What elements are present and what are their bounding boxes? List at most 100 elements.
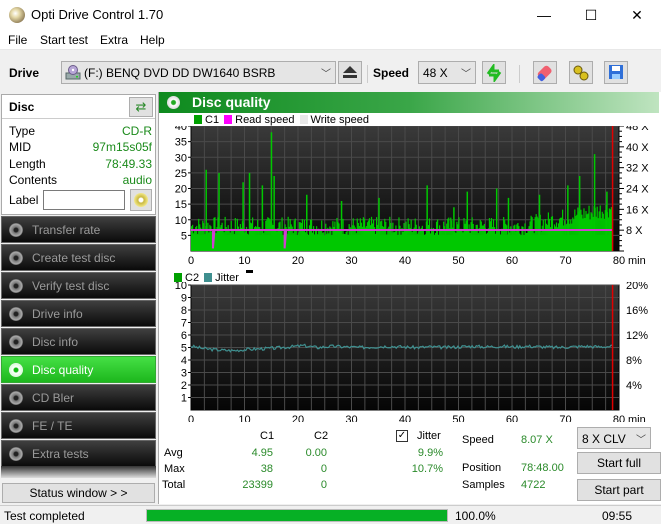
disc-mid-row: MID 97m15s05f	[9, 140, 152, 156]
config-button[interactable]	[569, 61, 593, 84]
disc-quality-panel: Disc quality C1 Read speed Write speed 0…	[158, 92, 661, 504]
close-button[interactable]: ✕	[614, 0, 660, 30]
y-tick-label: 15	[175, 199, 187, 211]
start-full-button[interactable]: Start full	[577, 452, 661, 474]
test-speed-select[interactable]: 8 X CLV ﹀	[577, 427, 651, 449]
disc-type-value: CD-R	[122, 124, 152, 138]
disc-info-box: Disc ⇄ Type CD-R MID 97m15s05f Length 78:49…	[1, 94, 156, 215]
y2-tick-label: 40 X	[626, 142, 649, 154]
nav-label: FE / TE	[32, 419, 73, 433]
x-tick-label: 50	[452, 255, 464, 267]
legend-swatch-write-speed	[299, 115, 308, 124]
progress-fill	[147, 510, 447, 521]
legend-marker	[246, 270, 254, 273]
y-tick-label: 40	[175, 126, 187, 133]
jitter-max-value: 10.7%	[411, 463, 443, 475]
disc-length-value: 78:49.33	[105, 157, 152, 171]
toolbar: Drive (F:) BENQ DVD DD DW1640 BSRB ﹀ Spe…	[0, 52, 661, 94]
start-part-button[interactable]: Start part	[577, 479, 661, 501]
x-tick-label: 60	[506, 414, 518, 422]
status-window-button[interactable]: Status window > >	[2, 483, 155, 503]
c2-max-value: 0	[320, 463, 327, 475]
samples-label: Samples	[462, 479, 505, 491]
y2-tick-label: 4%	[626, 380, 642, 392]
x-tick-label: 0	[188, 414, 194, 422]
drive-info-icon	[9, 307, 23, 321]
x-tick-label: 30	[345, 255, 357, 267]
speed-select[interactable]: 48 X ﹀	[418, 61, 476, 84]
nav-cd-bler[interactable]: CD Bler	[1, 384, 156, 411]
y-tick-label: 7	[181, 318, 187, 330]
nav-fe-te[interactable]: FE / TE	[1, 412, 156, 439]
disc-label-button[interactable]	[130, 189, 152, 211]
jitter-checkbox[interactable]: ✓	[396, 430, 408, 442]
x-tick-label: 20	[292, 255, 304, 267]
eject-button[interactable]	[338, 61, 362, 84]
drive-value: (F:) BENQ DVD DD DW1640 BSRB	[84, 66, 276, 80]
legend-swatch-c2	[174, 273, 182, 282]
x-tick-label: 70	[559, 255, 571, 267]
drive-select[interactable]: (F:) BENQ DVD DD DW1640 BSRB ﹀	[61, 61, 336, 84]
position-value: 78:48.00	[521, 462, 564, 474]
minimize-button[interactable]: —	[521, 0, 567, 30]
toolbar-separator	[519, 65, 520, 83]
erase-button[interactable]	[533, 61, 557, 84]
legend-write-speed: Write speed	[310, 114, 370, 126]
disc-quality-icon	[167, 96, 180, 109]
refresh-icon: ⇄	[135, 99, 147, 114]
y-tick-label: 20	[175, 184, 187, 196]
create-test-disc-icon	[9, 251, 23, 265]
maximize-button[interactable]: ☐	[568, 0, 614, 30]
status-text: Test completed	[4, 509, 85, 523]
legend-c1: C1	[205, 114, 220, 126]
nav-create-test-disc[interactable]: Create test disc	[1, 244, 156, 271]
nav-verify-test-disc[interactable]: Verify test disc	[1, 272, 156, 299]
erase-icon	[537, 65, 552, 82]
chevron-down-icon: ﹀	[636, 435, 646, 446]
disc-contents-row: Contents audio	[9, 173, 152, 189]
menu-help[interactable]: Help	[140, 33, 165, 47]
y-tick-label: 9	[181, 293, 187, 305]
nav-filler	[1, 466, 156, 478]
menu-start-test[interactable]: Start test	[40, 33, 88, 47]
nav-drive-info[interactable]: Drive info	[1, 300, 156, 327]
y-tick-label: 6	[181, 330, 187, 342]
y-tick-label: 25	[175, 168, 187, 180]
nav-disc-quality[interactable]: Disc quality	[1, 356, 156, 383]
stats-col-c2: C2	[314, 430, 329, 442]
cd-bler-icon	[9, 391, 23, 405]
nav-label: Drive info	[32, 307, 83, 321]
c2-total-value: 0	[320, 479, 327, 491]
panel-header: Disc quality	[159, 92, 659, 113]
x-tick-label: 10	[238, 255, 250, 267]
drive-label: Drive	[9, 66, 40, 80]
speed-value: 48 X	[423, 66, 448, 80]
elapsed-time: 09:55	[602, 509, 633, 523]
menu-file[interactable]: File	[8, 33, 27, 47]
y2-tick-label: 32 X	[626, 163, 649, 175]
refresh-button[interactable]	[482, 61, 506, 84]
nav-transfer-rate[interactable]: Transfer rate	[1, 216, 156, 243]
nav-disc-info[interactable]: Disc info	[1, 328, 156, 355]
y-tick-label: 1	[181, 393, 187, 405]
stats-col-c1: C1	[260, 430, 275, 442]
x-tick-label: 80	[613, 255, 625, 267]
disc-quality-icon	[9, 363, 23, 377]
disc-label-row: Label	[9, 193, 43, 209]
x-tick-label: 30	[345, 414, 357, 422]
c2-avg-value: 0.00	[305, 447, 327, 459]
disc-refresh-button[interactable]: ⇄	[129, 97, 153, 117]
disc-length-row: Length 78:49.33	[9, 157, 152, 173]
nav-label: Transfer rate	[32, 223, 101, 237]
y-tick-label: 10	[175, 215, 187, 227]
y-tick-label: 4	[181, 355, 187, 367]
stats-max-label: Max	[164, 463, 185, 475]
menu-extra[interactable]: Extra	[100, 33, 128, 47]
jitter-avg-value: 9.9%	[417, 447, 443, 459]
nav-label: CD Bler	[32, 391, 75, 405]
disc-label-key: Label	[9, 193, 39, 207]
save-button[interactable]	[604, 61, 628, 84]
stats-avg-label: Avg	[164, 447, 183, 459]
disc-label-input[interactable]	[43, 190, 125, 210]
nav-extra-tests[interactable]: Extra tests	[1, 440, 156, 467]
